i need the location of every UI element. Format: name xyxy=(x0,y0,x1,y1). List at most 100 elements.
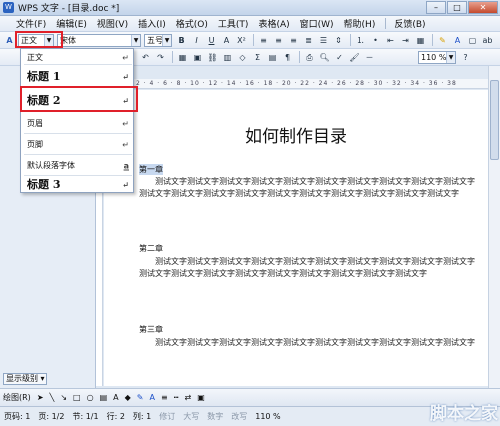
show-level-select[interactable]: 显示级别 ▾ xyxy=(3,373,47,385)
chapter-paragraph: 测试文字测试文字测试文字测试文字测试文字测试文字测试文字测试文字测试文字测试文字 xyxy=(155,338,475,347)
line-spacing-icon[interactable]: ⇕ xyxy=(332,34,345,47)
style-item-label: 页脚 xyxy=(27,140,43,149)
shadow-icon[interactable]: ▣ xyxy=(197,393,205,402)
spellcheck-icon[interactable]: ✓ xyxy=(333,51,346,64)
status-bar: 页码: 1 页: 1/2 节: 1/1 行: 2 列: 1 修订 大写 数字 改… xyxy=(0,406,500,426)
arrow-style-icon[interactable]: ⇄ xyxy=(185,393,192,402)
italic-button[interactable]: I xyxy=(190,34,203,47)
bullets-icon[interactable]: • xyxy=(369,34,382,47)
textbox-tool-icon[interactable]: ▤ xyxy=(100,393,108,402)
select-arrow-icon[interactable]: ➤ xyxy=(37,393,44,402)
borders-icon[interactable]: ▦ xyxy=(414,34,427,47)
zoom-select[interactable]: 110 % ▼ xyxy=(418,50,456,64)
formatting-toolbar: A 正文 ▼ 宋体 ▼ 五号 ▼ B I U A X² ≡ ≡ ≡ ≣ ☰ ⇕ ⒈ •… xyxy=(0,32,500,49)
line-color-icon[interactable]: ✎ xyxy=(137,393,144,402)
more-options-icon[interactable]: » xyxy=(496,34,500,47)
menu-divider xyxy=(385,18,387,29)
drawing-menu[interactable]: 绘图(R) xyxy=(3,392,31,403)
status-revision[interactable]: 修订 xyxy=(159,411,175,422)
justify-icon[interactable]: ≣ xyxy=(302,34,315,47)
text-color-icon[interactable]: A xyxy=(451,34,464,47)
phonetic-guide-icon[interactable]: ab xyxy=(481,34,494,47)
show-marks-icon[interactable]: ¶ xyxy=(281,51,294,64)
chapter-paragraph: 测试文字测试文字测试文字测试文字测试文字测试文字测试文字测试文字测试文字测试文字… xyxy=(139,257,475,278)
document-page[interactable]: 如何制作目录 第一章 测试文字测试文字测试文字测试文字测试文字测试文字测试文字测… xyxy=(104,90,488,386)
minimize-button[interactable]: – xyxy=(426,1,446,14)
maximize-button[interactable]: □ xyxy=(447,1,467,14)
align-center-icon[interactable]: ≡ xyxy=(272,34,285,47)
underline-button[interactable]: U xyxy=(205,34,218,47)
menu-format[interactable]: 格式(O) xyxy=(176,17,208,30)
menu-table[interactable]: 表格(A) xyxy=(258,17,289,30)
table-icon[interactable]: ▦ xyxy=(176,51,189,64)
image-icon[interactable]: ▣ xyxy=(191,51,204,64)
window-title: WPS 文字 - [目录.doc *] xyxy=(18,4,120,14)
horizontal-ruler[interactable]: 2 · 4 · 6 · 8 · 10 · 12 · 14 · 16 · 18 ·… xyxy=(96,79,488,89)
arrow-tool-icon[interactable]: ↘ xyxy=(60,393,67,402)
paragraph-mark-icon: ↵ xyxy=(122,179,129,189)
style-item-body[interactable]: 正文 ↵ xyxy=(24,51,132,65)
paragraph-mark-icon: ↵ xyxy=(122,119,129,128)
zoom-out-icon[interactable]: － xyxy=(363,51,376,64)
size-select[interactable]: 五号 ▼ xyxy=(144,33,172,47)
menu-bar: 文件(F) 编辑(E) 视图(V) 插入(I) 格式(O) 工具(T) 表格(A… xyxy=(0,16,500,32)
hyperlink-icon[interactable]: ⛓ xyxy=(206,51,219,64)
style-item-heading-3[interactable]: 标题 3 ↵ xyxy=(24,177,132,192)
status-pages: 页: 1/2 xyxy=(38,412,65,421)
line-style-icon[interactable]: ≡ xyxy=(161,393,168,402)
paragraph-mark-icon: ↵ xyxy=(122,53,129,62)
print-preview-icon[interactable]: 🔍︎ xyxy=(318,51,331,64)
columns-icon[interactable]: ▥ xyxy=(221,51,234,64)
style-item-footer[interactable]: 页脚 ↵ xyxy=(24,135,132,155)
scrollbar-thumb[interactable] xyxy=(490,80,499,160)
numbering-icon[interactable]: ⒈ xyxy=(354,34,367,47)
status-section: 节: 1/1 xyxy=(72,412,99,421)
font-select[interactable]: 宋体 ▼ xyxy=(57,33,141,47)
wordart-icon[interactable]: A xyxy=(113,393,118,402)
menu-help[interactable]: 帮助(H) xyxy=(344,17,376,30)
undo-icon[interactable]: ↶ xyxy=(139,51,152,64)
document-map-icon[interactable]: ▤ xyxy=(266,51,279,64)
toolbar-divider xyxy=(432,34,433,46)
drawing-icon[interactable]: ◇ xyxy=(236,51,249,64)
distribute-icon[interactable]: ☰ xyxy=(317,34,330,47)
help-icon[interactable]: ? xyxy=(459,51,472,64)
redo-icon[interactable]: ↷ xyxy=(154,51,167,64)
rectangle-tool-icon[interactable]: □ xyxy=(73,393,81,402)
fill-color-icon[interactable]: ◆ xyxy=(125,393,131,402)
bold-button[interactable]: B xyxy=(175,34,188,47)
toolbar-divider xyxy=(172,51,173,63)
vertical-scrollbar[interactable] xyxy=(488,66,500,388)
style-item-default-paragraph-font[interactable]: 默认段落字体 a xyxy=(24,156,132,176)
font-color-bottom-icon[interactable]: A xyxy=(150,393,155,402)
menu-view[interactable]: 视图(V) xyxy=(97,17,128,30)
oval-tool-icon[interactable]: ○ xyxy=(87,393,94,402)
menu-window[interactable]: 窗口(W) xyxy=(300,17,334,30)
style-item-heading-1[interactable]: 标题 1 ↵ xyxy=(24,66,132,88)
highlight-icon[interactable]: ✎ xyxy=(436,34,449,47)
align-right-icon[interactable]: ≡ xyxy=(287,34,300,47)
decrease-indent-icon[interactable]: ⇤ xyxy=(384,34,397,47)
menu-feedback[interactable]: 反馈(B) xyxy=(394,17,425,30)
format-painter-icon[interactable]: 🖌︎ xyxy=(348,51,361,64)
menu-edit[interactable]: 编辑(E) xyxy=(56,17,87,30)
menu-insert[interactable]: 插入(I) xyxy=(138,17,166,30)
character-border-icon[interactable]: ▢ xyxy=(466,34,479,47)
menu-file[interactable]: 文件(F) xyxy=(16,17,46,30)
status-zoom[interactable]: 110 % xyxy=(255,412,280,421)
formula-icon[interactable]: Σ xyxy=(251,51,264,64)
zoom-select-value: 110 % xyxy=(421,52,447,62)
style-item-header[interactable]: 页眉 ↵ xyxy=(24,114,132,134)
status-overwrite[interactable]: 改写 xyxy=(231,411,247,422)
line-tool-icon[interactable]: ╲ xyxy=(50,393,55,402)
increase-indent-icon[interactable]: ⇥ xyxy=(399,34,412,47)
font-color-icon[interactable]: A xyxy=(220,34,233,47)
status-caps: 大写 xyxy=(183,412,200,421)
superscript-icon[interactable]: X² xyxy=(235,34,248,47)
chapter-heading: 第二章 xyxy=(139,244,163,253)
align-left-icon[interactable]: ≡ xyxy=(257,34,270,47)
menu-tools[interactable]: 工具(T) xyxy=(218,17,249,30)
close-button[interactable]: ✕ xyxy=(468,1,498,14)
print-icon[interactable]: ⎙ xyxy=(303,51,316,64)
dash-style-icon[interactable]: ┅ xyxy=(174,393,179,402)
